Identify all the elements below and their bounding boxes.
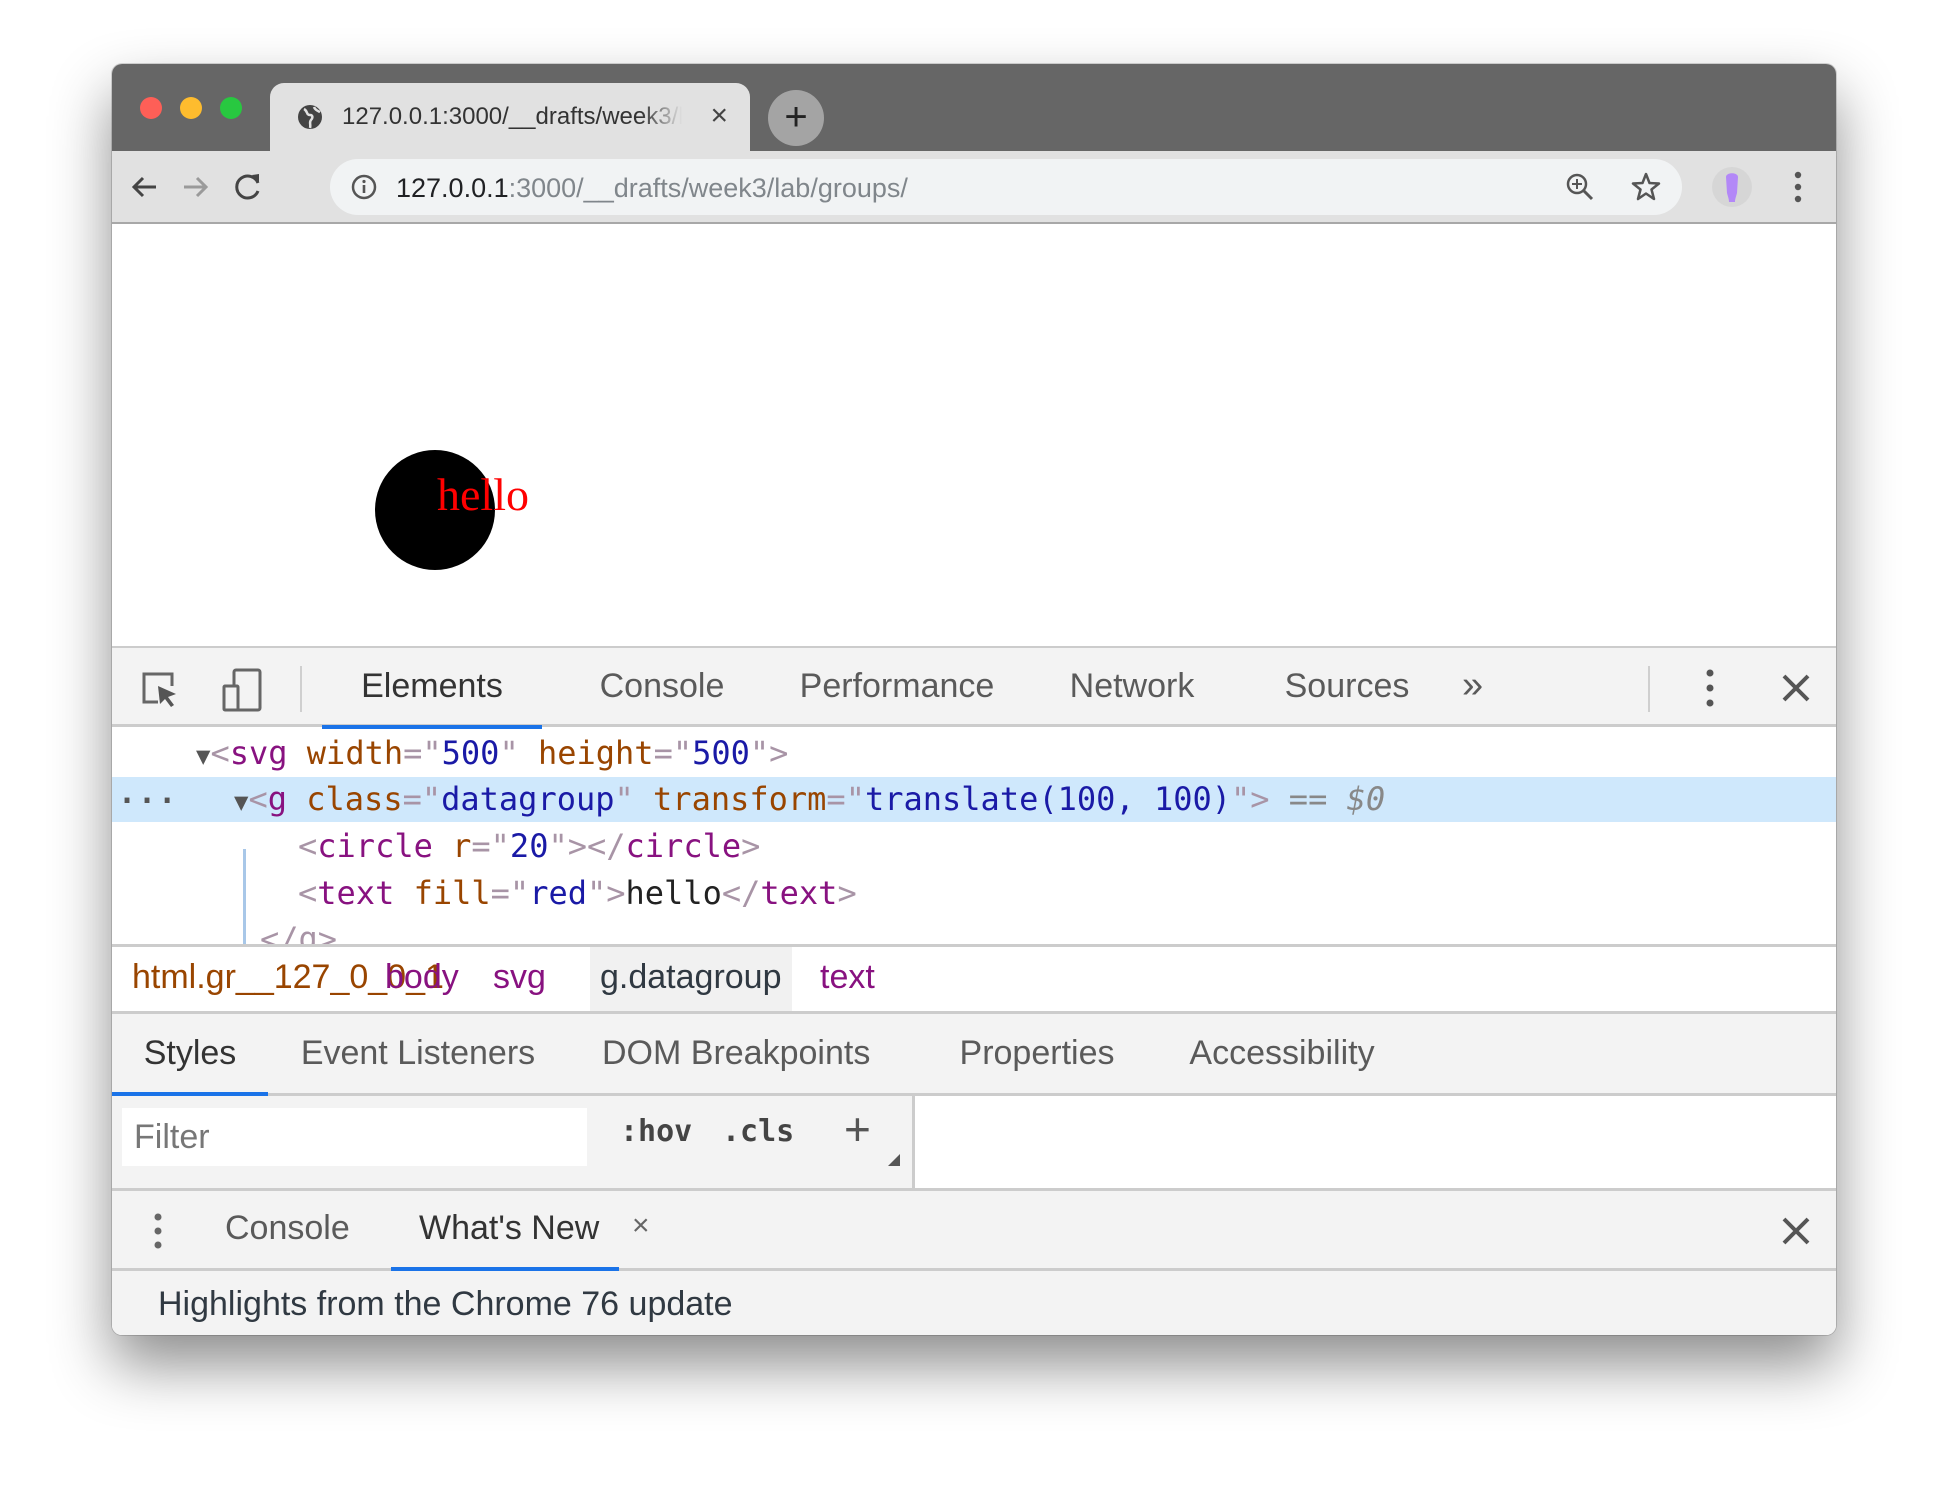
devtools-menu-icon[interactable] (1702, 666, 1718, 710)
page-content: hello (112, 224, 1836, 646)
address-bar[interactable]: 127.0.0.1:3000/__drafts/week3/lab/groups… (330, 159, 1682, 215)
styles-toolbar: :hov .cls + (112, 1096, 915, 1188)
tab-styles[interactable]: Styles (112, 1014, 268, 1096)
dom-node-g-close[interactable]: </g> (112, 917, 1836, 944)
expand-triangle-icon[interactable]: ▼ (196, 742, 210, 770)
node-actions-ellipsis[interactable]: ... (118, 771, 178, 816)
drawer-close-icon[interactable] (1776, 1211, 1816, 1251)
drawer-tab-console[interactable]: Console (225, 1191, 350, 1268)
whats-new-content: Highlights from the Chrome 76 update (112, 1271, 1836, 1335)
drawer-tab-bar: Console What's New × (112, 1188, 1836, 1271)
dom-node-text[interactable]: <text fill="red">hello</text> (112, 871, 1836, 916)
star-icon[interactable] (1630, 171, 1662, 203)
tab-performance[interactable]: Performance (777, 648, 1017, 726)
inspect-element-icon[interactable] (138, 668, 182, 712)
sidebar-tab-bar: Styles Event Listeners DOM Breakpoints P… (112, 1014, 1836, 1096)
selected-node-marker: == $0 (1288, 780, 1386, 818)
browser-menu-icon[interactable] (1790, 169, 1806, 205)
computed-pane (918, 1096, 1836, 1188)
browser-tab[interactable]: 127.0.0.1:3000/__drafts/week3/lab/groups… (270, 83, 750, 151)
breadcrumb-svg[interactable]: svg (483, 947, 556, 1011)
devtools-tab-bar: Elements Console Performance Network Sou… (112, 646, 1836, 729)
device-toolbar-icon[interactable] (220, 668, 264, 712)
cls-button[interactable]: .cls (722, 1114, 794, 1149)
dom-node-circle[interactable]: <circle r="20"></circle> (112, 824, 1836, 869)
title-bar: 127.0.0.1:3000/__drafts/week3/lab/groups… (112, 64, 1836, 151)
browser-toolbar: 127.0.0.1:3000/__drafts/week3/lab/groups… (112, 151, 1836, 224)
back-icon[interactable] (126, 169, 162, 205)
window-minimize-button[interactable] (180, 97, 202, 119)
tab-sources[interactable]: Sources (1252, 648, 1442, 726)
url-host: 127.0.0.1 (396, 173, 509, 203)
url-text: 127.0.0.1:3000/__drafts/week3/lab/groups… (396, 173, 908, 204)
reload-icon[interactable] (230, 169, 266, 205)
devtools-close-icon[interactable] (1776, 668, 1816, 708)
window-maximize-button[interactable] (220, 97, 242, 119)
expand-triangle-icon[interactable]: ▼ (234, 788, 248, 816)
new-tab-button[interactable]: + (768, 90, 824, 146)
profile-avatar[interactable] (1712, 167, 1752, 207)
tab-accessibility[interactable]: Accessibility (1176, 1014, 1388, 1093)
new-style-rule-button[interactable]: + (844, 1106, 871, 1152)
tab-elements[interactable]: Elements (322, 648, 542, 729)
svg-text: hello (437, 469, 529, 520)
separator (300, 666, 302, 712)
breadcrumb: html.gr__127_0_0_1 body svg g.datagroup … (112, 944, 1836, 1014)
breadcrumb-text[interactable]: text (810, 947, 885, 1011)
breadcrumb-body[interactable]: body (375, 947, 469, 1011)
page-svg: hello (375, 450, 529, 570)
window-close-button[interactable] (140, 97, 162, 119)
tab-event-listeners[interactable]: Event Listeners (298, 1014, 538, 1093)
more-tabs-button[interactable]: » (1462, 648, 1483, 726)
tab-network[interactable]: Network (1042, 648, 1222, 726)
zoom-icon[interactable] (1564, 171, 1596, 203)
devtools-panel: Elements Console Performance Network Sou… (112, 646, 1836, 1335)
tab-close-button[interactable]: × (710, 101, 728, 131)
breadcrumb-g-datagroup[interactable]: g.datagroup (590, 947, 792, 1011)
dom-tree: ▼<svg width="500" height="500"> ... ▼<g c… (112, 727, 1836, 944)
drawer-tab-whats-new[interactable]: What's New (390, 1191, 620, 1271)
tab-title: 127.0.0.1:3000/__drafts/week3/lab/groups… (342, 103, 682, 130)
tab-console[interactable]: Console (562, 648, 762, 726)
close-whats-new-icon[interactable]: × (632, 1191, 650, 1268)
url-path: :3000/__drafts/week3/lab/groups/ (508, 173, 908, 203)
browser-window: 127.0.0.1:3000/__drafts/week3/lab/groups… (112, 64, 1836, 1335)
tab-properties[interactable]: Properties (950, 1014, 1124, 1093)
globe-icon (298, 105, 322, 129)
styles-filter-input[interactable] (122, 1108, 587, 1166)
dropdown-corner-icon (888, 1154, 900, 1166)
tab-dom-breakpoints[interactable]: DOM Breakpoints (602, 1014, 870, 1093)
dom-node-svg[interactable]: ▼<svg width="500" height="500"> (112, 731, 1836, 776)
separator (1648, 666, 1650, 712)
info-icon[interactable] (350, 173, 378, 201)
forward-icon[interactable] (178, 169, 214, 205)
profile-icon (1726, 173, 1738, 202)
dom-node-g-selected[interactable]: ... ▼<g class="datagroup" transform="tran… (112, 776, 1836, 822)
hov-button[interactable]: :hov (620, 1114, 692, 1149)
drawer-menu-icon[interactable] (150, 1211, 166, 1251)
whats-new-heading: Highlights from the Chrome 76 update (158, 1285, 733, 1323)
